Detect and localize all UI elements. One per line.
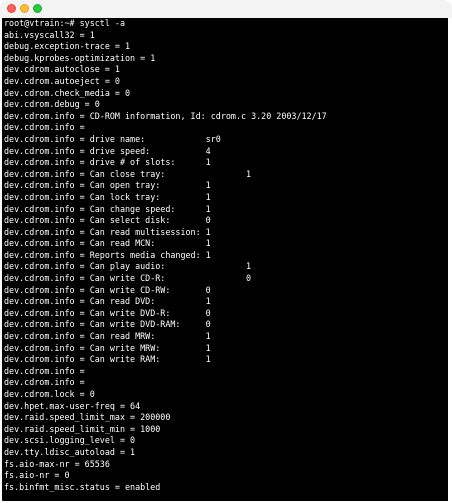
output-line: dev.cdrom.info = drive name: sr0: [4, 133, 221, 144]
output-line: dev.cdrom.info = Can write CD-R: 0: [4, 273, 252, 284]
close-button[interactable]: [7, 4, 16, 13]
output-line: fs.binfmt_misc.status = enabled: [4, 481, 161, 492]
output-line: dev.raid.speed_limit_min = 1000: [4, 423, 161, 434]
output-line: dev.cdrom.lock = 0: [4, 389, 95, 399]
output-line: dev.cdrom.info = drive speed: 4: [4, 145, 211, 156]
terminal-output[interactable]: root@vtrain:~# sysctl -a abi.vsyscall32 =…: [2, 18, 448, 501]
output-line: dev.tty.ldisc_autoload = 1: [4, 446, 136, 457]
output-line: dev.cdrom.info = Can read DVD: 1: [4, 296, 211, 307]
output-line: dev.cdrom.autoclose = 1: [4, 64, 120, 75]
output-line: dev.cdrom.info = Can read MRW: 1: [4, 331, 211, 342]
output-line: dev.cdrom.info = Can open tray: 1: [4, 180, 211, 191]
output-line: fs.aio-max-nr = 65536: [4, 458, 110, 469]
zoom-button[interactable]: [33, 4, 42, 13]
output-line: debug.exception-trace = 1: [4, 41, 131, 52]
output-line: dev.raid.speed_limit_max = 200000: [4, 412, 171, 423]
output-line: dev.cdrom.check_media = 0: [4, 87, 131, 98]
output-line: dev.cdrom.info = CD-ROM information, Id:…: [4, 110, 327, 121]
output-line: dev.cdrom.autoeject = 0: [4, 75, 120, 86]
output-line: dev.cdrom.info = Can write CD-RW: 0: [4, 284, 211, 295]
output-line: dev.cdrom.info = Can change speed: 1: [4, 203, 211, 214]
output-line: dev.cdrom.info = drive # of slots: 1: [4, 157, 211, 168]
output-line: dev.cdrom.info = Can write RAM: 1: [4, 354, 211, 365]
terminal-window: root@vtrain:~# sysctl -a abi.vsyscall32 =…: [0, 0, 452, 503]
output-line: debug.kprobes-optimization = 1: [4, 52, 156, 63]
title-bar[interactable]: [0, 0, 452, 18]
output-lines: root@vtrain:~# sysctl -a abi.vsyscall32 =…: [4, 18, 446, 493]
output-line: dev.cdrom.info = Can read MCN: 1: [4, 238, 211, 249]
output-line: dev.cdrom.info = Reports media changed: …: [4, 249, 211, 260]
output-line: dev.cdrom.info =: [4, 122, 85, 133]
output-line: dev.cdrom.info = Can close tray: 1: [4, 168, 252, 179]
minimize-button[interactable]: [20, 4, 29, 13]
output-line: dev.cdrom.info = Can read multisession: …: [4, 226, 211, 237]
prompt-line: root@vtrain:~# sysctl -a: [4, 18, 126, 28]
output-line: dev.cdrom.info = Can write DVD-R: 0: [4, 307, 211, 318]
output-line: dev.cdrom.info = Can select disk: 0: [4, 215, 211, 226]
output-line: fs.aio-nr = 0: [4, 470, 70, 481]
output-line: dev.cdrom.info =: [4, 377, 85, 388]
output-line: dev.hpet.max-user-freq = 64: [4, 400, 141, 411]
output-line: dev.cdrom.info = Can play audio: 1: [4, 261, 252, 272]
output-line: dev.cdrom.info = Can write MRW: 1: [4, 342, 211, 353]
output-line: dev.cdrom.debug = 0: [4, 99, 100, 110]
output-line: dev.scsi.logging_level = 0: [4, 435, 136, 446]
output-line: dev.cdrom.info = Can lock tray: 1: [4, 191, 211, 202]
output-line: dev.cdrom.info = Can write DVD-RAM: 0: [4, 319, 211, 330]
output-line: dev.cdrom.info =: [4, 365, 85, 376]
output-line: abi.vsyscall32 = 1: [4, 29, 95, 40]
